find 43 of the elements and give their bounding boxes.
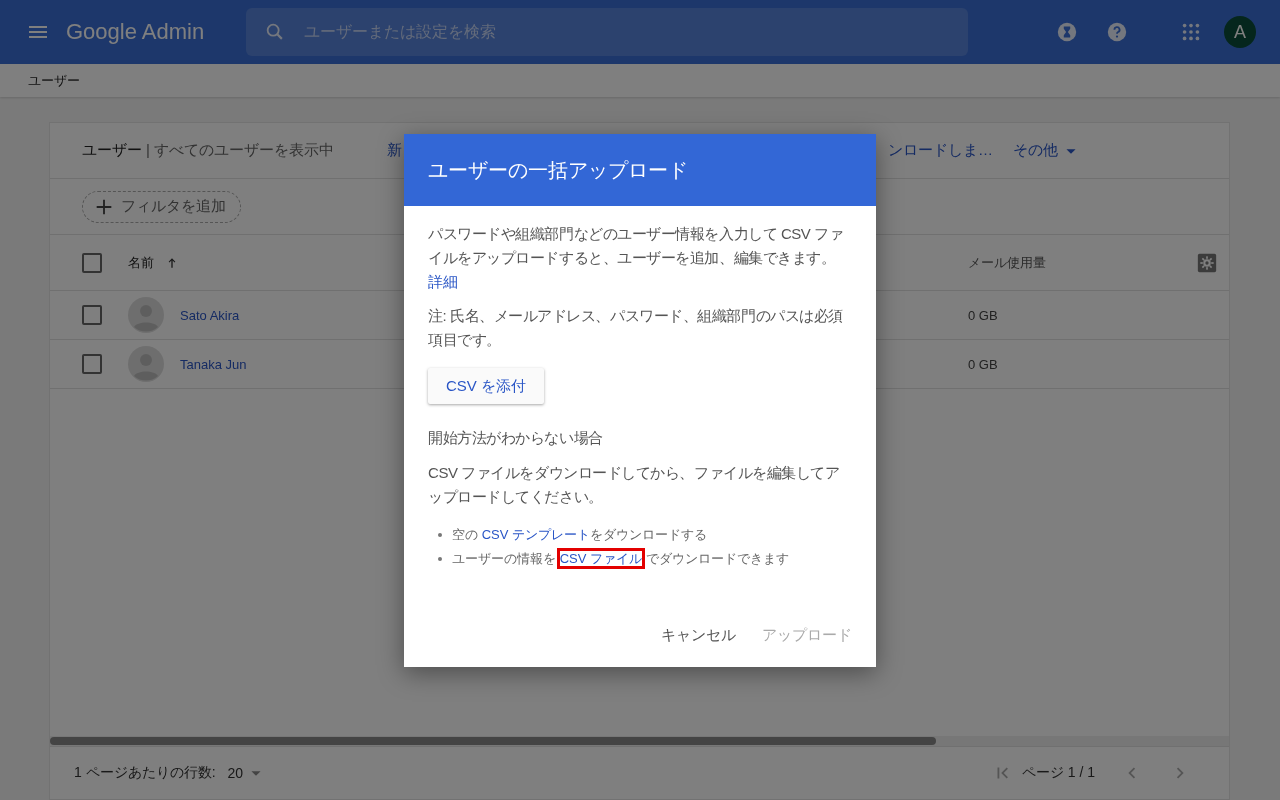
bullet-item: ユーザーの情報を CSV ファイル でダウンロードできます bbox=[452, 547, 789, 571]
checkbox[interactable] bbox=[82, 354, 102, 374]
toolbar-link[interactable]: 新 bbox=[387, 141, 402, 160]
help-text: CSV ファイルをダウンロードしてから、ファイルを編集してアップロードしてください。 bbox=[428, 463, 841, 507]
user-name-link[interactable]: Sato Akira bbox=[180, 307, 240, 323]
cancel-button[interactable]: キャンセル bbox=[651, 620, 746, 651]
attach-csv-button[interactable]: CSV を添付 bbox=[428, 368, 544, 404]
user-avatar-icon bbox=[128, 297, 164, 333]
page-indicator: ページ 1 / 1 bbox=[1021, 764, 1095, 782]
bullet-icon bbox=[438, 533, 442, 537]
mail-usage-cell: 0 GB bbox=[968, 307, 998, 323]
rows-per-page-label: 1 ページあたりの行数: bbox=[74, 764, 216, 782]
column-header[interactable]: 名前 bbox=[128, 253, 154, 272]
user-name-link[interactable]: Tanaka Jun bbox=[180, 356, 247, 372]
checkbox[interactable] bbox=[82, 305, 102, 325]
bullet-item: 空の CSV テンプレート をダウンロードする bbox=[452, 526, 707, 544]
hourglass-icon[interactable] bbox=[1056, 21, 1078, 43]
help-heading: 開始方法がわからない場合 bbox=[428, 428, 604, 448]
mail-usage-cell: 0 GB bbox=[968, 356, 998, 372]
apps-grid-icon[interactable] bbox=[1180, 21, 1202, 43]
horizontal-scrollbar[interactable] bbox=[50, 736, 1229, 746]
breadcrumb[interactable]: ユーザー bbox=[28, 71, 80, 90]
rows-per-page-select[interactable]: 20 bbox=[227, 762, 268, 784]
details-link[interactable]: 詳細 bbox=[428, 270, 458, 294]
user-avatar-icon bbox=[128, 346, 164, 382]
settings-icon[interactable] bbox=[1197, 252, 1217, 273]
column-header[interactable]: メール使用量 bbox=[968, 253, 1046, 272]
toolbar-link[interactable]: ンロードしま… bbox=[888, 141, 993, 160]
checkbox[interactable] bbox=[82, 252, 102, 273]
note-text: 注: 氏名、メールアドレス、パスワード、組織部門のパスは必須項目です。 bbox=[428, 306, 844, 350]
bullet-icon bbox=[438, 557, 442, 561]
app-logo[interactable]: Google Admin bbox=[66, 19, 226, 45]
scrollbar-thumb[interactable] bbox=[50, 737, 936, 745]
panel-subtitle: | すべてのユーザーを表示中 bbox=[146, 141, 335, 158]
intro-text: パスワードや組織部門などのユーザー情報を入力して CSV ファイルをアップロードすると、ユーザーを追加、編集できます。 bbox=[428, 224, 845, 268]
account-avatar[interactable]: A bbox=[1224, 16, 1256, 48]
csv-link[interactable]: CSV テンプレート bbox=[481, 527, 590, 542]
help-icon[interactable] bbox=[1106, 21, 1128, 43]
add-filter-button[interactable]: フィルタを追加 bbox=[82, 190, 241, 223]
more-menu[interactable]: その他 bbox=[1013, 139, 1082, 162]
dialog-title: ユーザーの一括アップロード bbox=[428, 157, 688, 183]
csv-link[interactable]: CSV ファイル bbox=[559, 551, 642, 566]
panel-title: ユーザー bbox=[82, 141, 142, 158]
